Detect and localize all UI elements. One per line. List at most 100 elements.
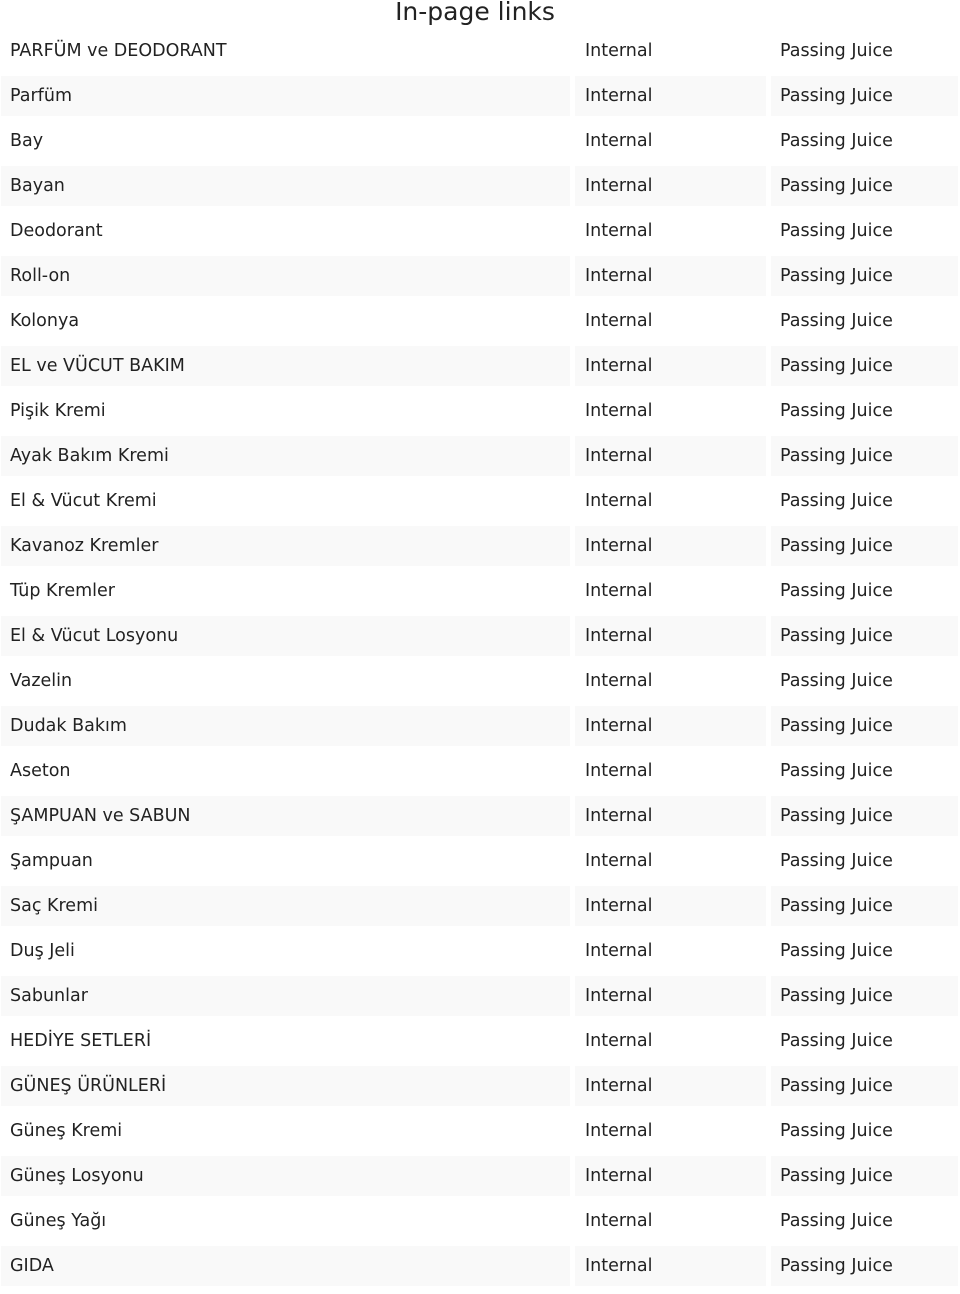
link-anchor-text-cell: Aseton xyxy=(1,751,570,791)
link-anchor-text-cell: Güneş Kremi xyxy=(1,1111,570,1151)
link-anchor-text-cell: Güneş Losyonu xyxy=(1,1156,570,1196)
link-anchor-text[interactable]: Aseton xyxy=(10,761,71,781)
link-type: Internal xyxy=(585,1121,653,1141)
link-anchor-text-cell: Vazelin xyxy=(1,661,570,701)
link-juice: Passing Juice xyxy=(780,581,893,601)
link-anchor-text-cell: Şampuan xyxy=(1,841,570,881)
table-row: ŞAMPUAN ve SABUN Internal Passing Juice xyxy=(1,796,958,836)
link-anchor-text[interactable]: Kavanoz Kremler xyxy=(10,536,158,556)
link-juice: Passing Juice xyxy=(780,1076,893,1096)
link-type: Internal xyxy=(585,1166,653,1186)
link-juice: Passing Juice xyxy=(780,851,893,871)
link-type-cell: Internal xyxy=(575,436,766,476)
link-juice-cell: Passing Juice xyxy=(771,1246,958,1286)
link-anchor-text[interactable]: GÜNEŞ ÜRÜNLERİ xyxy=(10,1076,166,1096)
link-anchor-text[interactable]: EL ve VÜCUT BAKIM xyxy=(10,356,185,376)
link-anchor-text[interactable]: GIDA xyxy=(10,1256,54,1276)
link-type: Internal xyxy=(585,86,653,106)
link-anchor-text-cell: GÜNEŞ ÜRÜNLERİ xyxy=(1,1066,570,1106)
link-anchor-text-cell: Güneş Yağı xyxy=(1,1201,570,1241)
link-juice-cell: Passing Juice xyxy=(771,1111,958,1151)
link-juice-cell: Passing Juice xyxy=(771,796,958,836)
link-anchor-text-cell: Parfüm xyxy=(1,76,570,116)
link-juice-cell: Passing Juice xyxy=(771,1066,958,1106)
table-row: Bay Internal Passing Juice xyxy=(1,121,958,161)
link-anchor-text-cell: PARFÜM ve DEODORANT xyxy=(1,31,570,71)
link-anchor-text[interactable]: PARFÜM ve DEODORANT xyxy=(10,41,227,61)
link-juice: Passing Juice xyxy=(780,266,893,286)
link-anchor-text[interactable]: El & Vücut Losyonu xyxy=(10,626,178,646)
link-anchor-text[interactable]: Duş Jeli xyxy=(10,941,75,961)
table-row: Saç Kremi Internal Passing Juice xyxy=(1,886,958,926)
table-row: El & Vücut Kremi Internal Passing Juice xyxy=(1,481,958,521)
link-type-cell: Internal xyxy=(575,31,766,71)
link-juice-cell: Passing Juice xyxy=(771,1021,958,1061)
link-type-cell: Internal xyxy=(575,1066,766,1106)
link-type: Internal xyxy=(585,176,653,196)
link-type: Internal xyxy=(585,986,653,1006)
link-type-cell: Internal xyxy=(575,301,766,341)
link-anchor-text-cell: Pişik Kremi xyxy=(1,391,570,431)
link-type: Internal xyxy=(585,806,653,826)
link-anchor-text-cell: ŞAMPUAN ve SABUN xyxy=(1,796,570,836)
link-juice: Passing Juice xyxy=(780,491,893,511)
link-anchor-text[interactable]: Şampuan xyxy=(10,851,93,871)
link-anchor-text[interactable]: ŞAMPUAN ve SABUN xyxy=(10,806,191,826)
table-row: Bayan Internal Passing Juice xyxy=(1,166,958,206)
link-anchor-text[interactable]: Saç Kremi xyxy=(10,896,98,916)
table-row: Güneş Kremi Internal Passing Juice xyxy=(1,1111,958,1151)
link-juice: Passing Juice xyxy=(780,401,893,421)
link-anchor-text-cell: Sabunlar xyxy=(1,976,570,1016)
link-anchor-text[interactable]: Güneş Kremi xyxy=(10,1121,122,1141)
link-anchor-text-cell: El & Vücut Losyonu xyxy=(1,616,570,656)
link-type: Internal xyxy=(585,356,653,376)
link-anchor-text[interactable]: Deodorant xyxy=(10,221,103,241)
link-anchor-text[interactable]: Sabunlar xyxy=(10,986,88,1006)
link-anchor-text[interactable]: Güneş Losyonu xyxy=(10,1166,144,1186)
link-anchor-text[interactable]: Parfüm xyxy=(10,86,72,106)
link-type-cell: Internal xyxy=(575,841,766,881)
link-type: Internal xyxy=(585,581,653,601)
link-anchor-text-cell: EL ve VÜCUT BAKIM xyxy=(1,346,570,386)
link-type: Internal xyxy=(585,1211,653,1231)
link-anchor-text[interactable]: Bayan xyxy=(10,176,65,196)
link-type-cell: Internal xyxy=(575,166,766,206)
link-juice: Passing Juice xyxy=(780,536,893,556)
table-row: Şampuan Internal Passing Juice xyxy=(1,841,958,881)
table-row: Duş Jeli Internal Passing Juice xyxy=(1,931,958,971)
link-anchor-text[interactable]: Ayak Bakım Kremi xyxy=(10,446,169,466)
table-row: El & Vücut Losyonu Internal Passing Juice xyxy=(1,616,958,656)
table-row: Deodorant Internal Passing Juice xyxy=(1,211,958,251)
link-type-cell: Internal xyxy=(575,1246,766,1286)
link-juice: Passing Juice xyxy=(780,1166,893,1186)
link-anchor-text-cell: El & Vücut Kremi xyxy=(1,481,570,521)
link-type-cell: Internal xyxy=(575,481,766,521)
link-type-cell: Internal xyxy=(575,796,766,836)
link-juice: Passing Juice xyxy=(780,41,893,61)
link-anchor-text[interactable]: Kolonya xyxy=(10,311,79,331)
link-anchor-text[interactable]: Bay xyxy=(10,131,43,151)
table-row: Güneş Yağı Internal Passing Juice xyxy=(1,1201,958,1241)
link-anchor-text-cell: Tüp Kremler xyxy=(1,571,570,611)
link-anchor-text[interactable]: Vazelin xyxy=(10,671,72,691)
link-juice-cell: Passing Juice xyxy=(771,571,958,611)
link-juice: Passing Juice xyxy=(780,941,893,961)
link-anchor-text[interactable]: Pişik Kremi xyxy=(10,401,106,421)
link-type-cell: Internal xyxy=(575,706,766,746)
link-type-cell: Internal xyxy=(575,661,766,701)
link-juice-cell: Passing Juice xyxy=(771,346,958,386)
link-anchor-text[interactable]: Roll-on xyxy=(10,266,70,286)
link-anchor-text-cell: Deodorant xyxy=(1,211,570,251)
link-anchor-text[interactable]: HEDİYE SETLERİ xyxy=(10,1031,151,1051)
link-anchor-text[interactable]: Güneş Yağı xyxy=(10,1211,106,1231)
link-anchor-text-cell: Bay xyxy=(1,121,570,161)
link-juice-cell: Passing Juice xyxy=(771,391,958,431)
link-type-cell: Internal xyxy=(575,526,766,566)
link-anchor-text[interactable]: Tüp Kremler xyxy=(10,581,115,601)
link-juice-cell: Passing Juice xyxy=(771,661,958,701)
link-anchor-text[interactable]: Dudak Bakım xyxy=(10,716,127,736)
table-row: EL ve VÜCUT BAKIM Internal Passing Juice xyxy=(1,346,958,386)
link-juice: Passing Juice xyxy=(780,131,893,151)
link-anchor-text[interactable]: El & Vücut Kremi xyxy=(10,491,157,511)
link-juice: Passing Juice xyxy=(780,626,893,646)
